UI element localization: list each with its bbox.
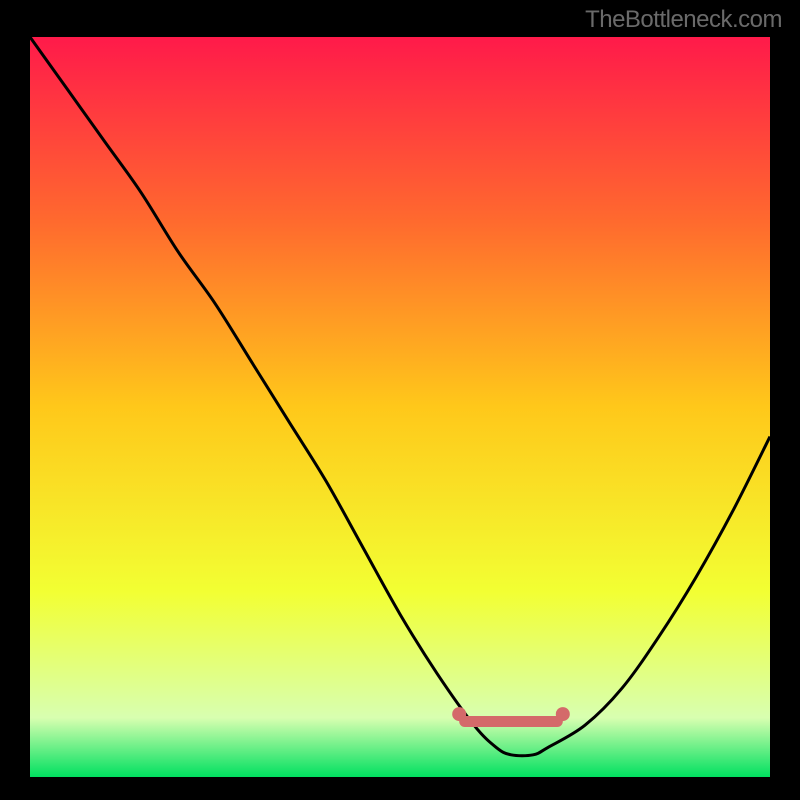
chart-svg — [30, 37, 770, 777]
range-marker — [452, 707, 466, 721]
range-marker — [556, 707, 570, 721]
watermark-text: TheBottleneck.com — [585, 6, 782, 34]
gradient-background — [30, 37, 770, 777]
optimal-range-band — [459, 716, 563, 727]
chart-plot-area — [30, 37, 770, 777]
